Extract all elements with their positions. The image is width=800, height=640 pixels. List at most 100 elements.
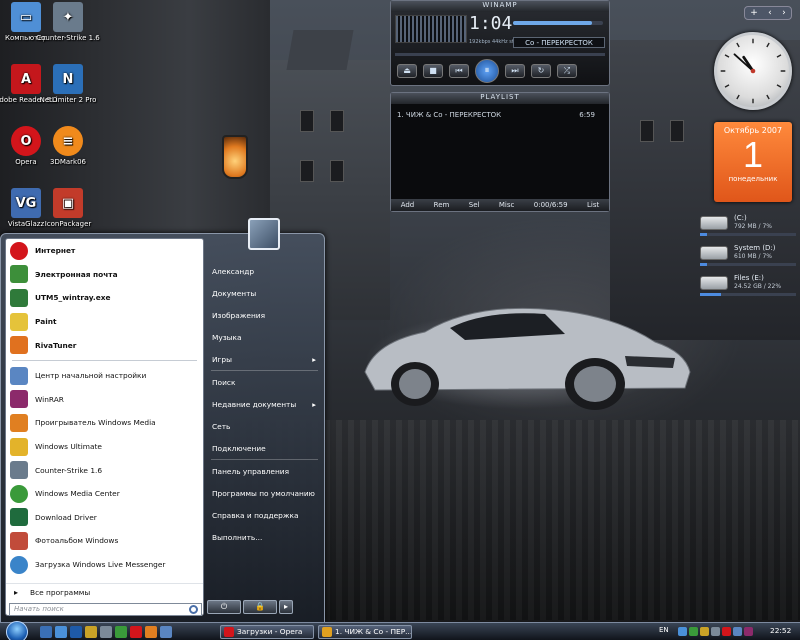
- drive-c[interactable]: (C:) 792 MB / 7%: [700, 214, 796, 238]
- start-item-photo-gallery[interactable]: Фотоальбом Windows: [6, 529, 203, 553]
- playlist-remove-button[interactable]: Rem: [434, 201, 450, 209]
- winamp-playlist[interactable]: PLAYLIST 1. ЧИЖ & Co - ПЕРЕКРЕСТОК 6:59 …: [390, 92, 610, 212]
- place-documents[interactable]: Документы: [207, 282, 322, 304]
- next-gadget-button[interactable]: ›: [782, 8, 786, 18]
- media-center-icon[interactable]: [115, 626, 127, 638]
- start-item-internet[interactable]: Интернет: [6, 239, 203, 263]
- pause-button[interactable]: ⏸: [475, 59, 499, 83]
- place-music[interactable]: Музыка: [207, 326, 322, 348]
- media-player-icon: [10, 413, 28, 432]
- clock-gadget[interactable]: [714, 32, 792, 110]
- start-item-windows-ultimate[interactable]: Windows Ultimate: [6, 435, 203, 459]
- eject-button[interactable]: ⏏: [397, 64, 417, 78]
- taskbar-button-winamp[interactable]: 1. ЧИЖ & Co - ПЕР...: [318, 625, 412, 639]
- show-desktop-icon[interactable]: [40, 626, 52, 638]
- drive-label: System (D:): [734, 244, 776, 252]
- drive-size: 792 MB / 7%: [734, 223, 773, 230]
- winamp-controls: ⏏ ■ ⏮ ⏸ ⏭ ↻ ⤮: [397, 59, 607, 83]
- playlist-select-button[interactable]: Sel: [469, 201, 480, 209]
- start-item-winrar[interactable]: WinRAR: [6, 388, 203, 412]
- place-user[interactable]: Александр: [207, 260, 322, 282]
- previous-button[interactable]: ⏮: [449, 64, 469, 78]
- language-indicator[interactable]: EN: [659, 626, 669, 634]
- playlist-title[interactable]: PLAYLIST: [391, 93, 609, 104]
- winamp-icon[interactable]: [145, 626, 157, 638]
- desktop-icon-netlimiter[interactable]: N NetLimiter 2 Pro: [36, 64, 100, 105]
- winamp-volume-slider[interactable]: [513, 21, 603, 25]
- tray-icon[interactable]: [689, 627, 698, 636]
- add-gadget-button[interactable]: +: [750, 8, 758, 18]
- wallpaper-window: [330, 160, 344, 182]
- drive-e[interactable]: Files (E:) 24.52 GB / 22%: [700, 274, 796, 298]
- internet-explorer-icon[interactable]: [70, 626, 82, 638]
- utility-icon[interactable]: [100, 626, 112, 638]
- playlist-time: 0:00/6:59: [533, 201, 568, 209]
- desktop-icon-iconpackager[interactable]: ▣ IconPackager: [36, 188, 100, 229]
- taskbar-button-opera[interactable]: Загрузки - Opera: [220, 625, 314, 639]
- start-item-live-messenger[interactable]: Загрузка Windows Live Messenger: [6, 553, 203, 577]
- playlist-list-button[interactable]: List: [587, 201, 599, 209]
- winamp-title[interactable]: WINAMP: [391, 1, 609, 12]
- lock-button[interactable]: 🔒: [243, 600, 277, 614]
- winamp-player[interactable]: WINAMP 1:04 192kbps 44kHz stereo Co - ПЕ…: [390, 0, 610, 86]
- playlist-misc-button[interactable]: Misc: [499, 201, 514, 209]
- shuffle-button[interactable]: ⤮: [557, 64, 577, 78]
- calendar-gadget[interactable]: Октябрь 2007 1 понедельник: [714, 122, 792, 202]
- wallpaper-roof: [286, 30, 354, 70]
- start-item-welcome-center[interactable]: Центр начальной настройки: [6, 364, 203, 388]
- user-avatar[interactable]: [248, 218, 280, 250]
- start-item-email[interactable]: Электронная почта: [6, 263, 203, 287]
- start-item-windows-media-player[interactable]: Проигрыватель Windows Media: [6, 411, 203, 435]
- tray-icon[interactable]: [722, 627, 731, 636]
- start-item-download-driver[interactable]: Download Driver: [6, 506, 203, 530]
- winamp-seek-bar[interactable]: [395, 53, 605, 56]
- place-network[interactable]: Сеть: [207, 415, 322, 437]
- folder-icon[interactable]: [85, 626, 97, 638]
- place-search[interactable]: Поиск: [207, 371, 322, 393]
- place-help-support[interactable]: Справка и поддержка: [207, 504, 322, 526]
- tray-icon[interactable]: [678, 627, 687, 636]
- desktop-icon-counter-strike[interactable]: ✦ Counter-Strike 1.6: [36, 2, 100, 43]
- clock-tick: [736, 94, 740, 100]
- place-run[interactable]: Выполнить...: [207, 526, 322, 548]
- network-icon[interactable]: [711, 627, 720, 636]
- repeat-button[interactable]: ↻: [531, 64, 551, 78]
- taskbar-clock[interactable]: 22:52: [770, 626, 791, 635]
- place-games[interactable]: Игры ▸: [207, 348, 322, 370]
- start-search-input[interactable]: Начать поиск: [9, 603, 202, 616]
- opera-icon[interactable]: [130, 626, 142, 638]
- playlist-add-button[interactable]: Add: [401, 201, 415, 209]
- start-item-media-center[interactable]: Windows Media Center: [6, 482, 203, 506]
- place-connect-to[interactable]: Подключение: [207, 437, 322, 459]
- drive-d[interactable]: System (D:) 610 MB / 7%: [700, 244, 796, 268]
- start-menu-places: Александр Документы Изображения Музыка И…: [207, 260, 322, 548]
- start-button[interactable]: [6, 621, 28, 640]
- playlist-item[interactable]: 1. ЧИЖ & Co - ПЕРЕКРЕСТОК 6:59: [397, 111, 595, 119]
- tray-icon[interactable]: [700, 627, 709, 636]
- place-control-panel[interactable]: Панель управления: [207, 460, 322, 482]
- app-icon[interactable]: [160, 626, 172, 638]
- power-button[interactable]: ⏻: [207, 600, 241, 614]
- quick-launch: [40, 626, 172, 638]
- all-programs-button[interactable]: ▸ Все программы: [6, 583, 203, 601]
- power-options-arrow[interactable]: ▸: [279, 600, 293, 614]
- volume-icon[interactable]: [733, 627, 742, 636]
- place-default-programs[interactable]: Программы по умолчанию: [207, 482, 322, 504]
- switch-windows-icon[interactable]: [55, 626, 67, 638]
- chevron-right-icon: ▸: [312, 354, 316, 364]
- search-icon[interactable]: [189, 605, 198, 614]
- clock-tick: [724, 84, 730, 88]
- place-pictures[interactable]: Изображения: [207, 304, 322, 326]
- previous-gadget-button[interactable]: ‹: [768, 8, 772, 18]
- clock-tick: [776, 54, 782, 58]
- stop-button[interactable]: ■: [423, 64, 443, 78]
- tray-icon[interactable]: [744, 627, 753, 636]
- desktop-icon-3dmark[interactable]: ≡ 3DMark06: [36, 126, 100, 167]
- start-item-utm5[interactable]: UTM5_wintray.exe: [6, 286, 203, 310]
- next-button[interactable]: ⏭: [505, 64, 525, 78]
- start-item-paint[interactable]: Paint: [6, 310, 203, 334]
- start-item-counter-strike[interactable]: Counter-Strike 1.6: [6, 458, 203, 482]
- place-recent-documents[interactable]: Недавние документы ▸: [207, 393, 322, 415]
- start-item-rivatuner[interactable]: RivaTuner: [6, 333, 203, 357]
- opera-icon: [10, 241, 28, 260]
